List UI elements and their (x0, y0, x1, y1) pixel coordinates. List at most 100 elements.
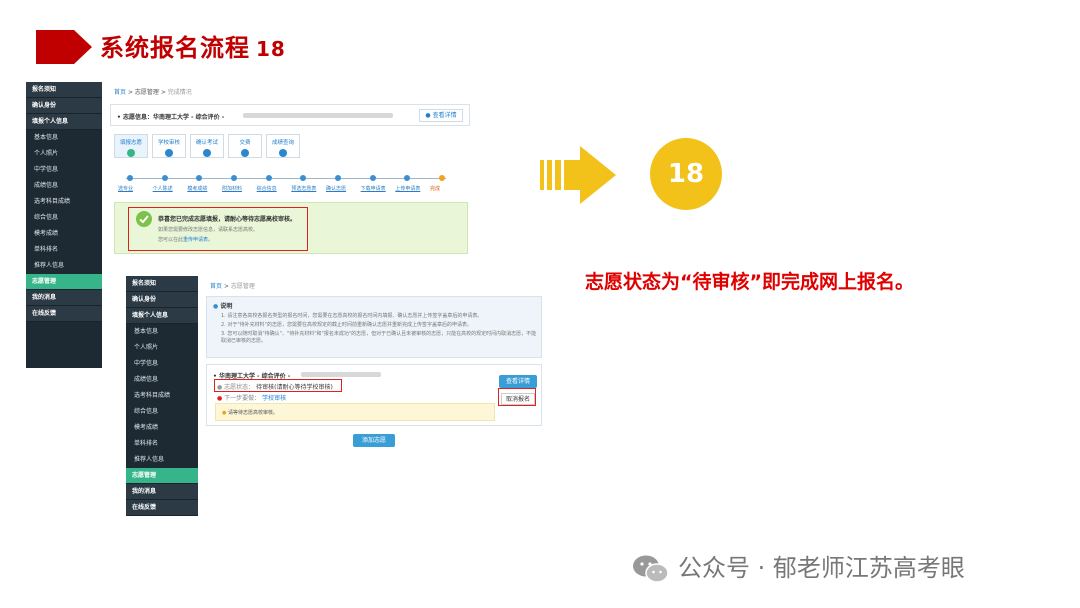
step-dot (161, 175, 168, 181)
step-label[interactable]: 上传申请表 (395, 185, 420, 192)
sidebar-item[interactable]: 选考科目成绩 (26, 194, 102, 210)
step-dot (265, 175, 272, 181)
note-item-3: 3. 您可以随时取消"待确认"、"待补充材料"和"报名未成功"的志愿，但对于已确… (221, 331, 537, 344)
sidebar-item[interactable]: 报名须知 (126, 276, 198, 292)
sidebar-item[interactable]: 报名须知 (26, 82, 102, 98)
step-label[interactable]: 附加材料 (222, 185, 242, 192)
steps-line (126, 178, 446, 179)
breadcrumb-sep: > (223, 283, 229, 290)
tab-fee[interactable]: 交费 (228, 134, 262, 158)
note-item-1: 1. 请注意各高校各报名类型的报名时间，您需要在志愿高校的报名时间内填报、确认志… (221, 313, 483, 319)
step-dot (404, 175, 411, 181)
step-label[interactable]: 模考成绩 (187, 185, 207, 192)
screenshot-volunteer-management: 报名须知 确认身份 填报个人信息 基本信息 个人照片 中学信息 成绩信息 选考科目成绩 综合信息… (126, 276, 546, 516)
sidebar-item[interactable]: 在线反馈 (126, 500, 198, 516)
breadcrumb: 首页 > 志愿管理 > 完成情况 (114, 87, 192, 96)
highlight-cancel (498, 388, 536, 406)
step-dot (231, 175, 237, 181)
footer-text: 公众号 · 郁老师江苏高考眼 (678, 554, 965, 582)
breadcrumb-current: 完成情况 (167, 89, 192, 96)
sidebar-item[interactable]: 综合信息 (126, 404, 198, 420)
slide: 系统报名流程 18 报名须知 确认身份 填报个人信息 基本信息 个人照片 中学信息 成绩信息选… (0, 0, 1080, 608)
caption: 志愿状态为“待审核”即完成网上报名。 (585, 271, 914, 293)
sidebar-item[interactable]: 中学信息 (26, 162, 102, 178)
redacted-bar (301, 372, 381, 377)
sidebar-item[interactable]: 我的消息 (126, 484, 198, 500)
sidebar-item[interactable]: 单科排名 (126, 436, 198, 452)
info-icon: ● (425, 112, 431, 119)
view-detail-button[interactable]: 查看详情 (499, 375, 537, 388)
breadcrumb: 首页 > 志愿管理 (210, 281, 255, 290)
notes-title: 说明 (220, 303, 233, 310)
sidebar: 报名须知 确认身份 填报个人信息 基本信息 个人照片 中学信息 成绩信息 选考科目成绩 综合信息… (26, 82, 102, 368)
notes-panel: ● 说明 1. 请注意各高校各报名类型的报名时间，您需要在志愿高校的报名时间内填… (206, 296, 542, 358)
sidebar-item[interactable]: 在线反馈 (26, 306, 102, 322)
notes-info-icon: ● (213, 303, 219, 310)
sidebar-item[interactable]: 志愿管理 (126, 468, 198, 484)
page-title-text: 系统报名流程 (100, 34, 250, 62)
highlight-status (214, 379, 342, 392)
step-dot (335, 175, 341, 181)
highlight-success (128, 207, 308, 251)
step-label[interactable]: 综合信息 (257, 185, 277, 192)
sidebar-item[interactable]: 成绩信息 (126, 372, 198, 388)
next-row: ● 下一步要做： 学校审核 (217, 395, 287, 402)
sidebar-item[interactable]: 推荐人信息 (126, 452, 198, 468)
step-badge: 18 (650, 138, 722, 210)
sidebar-item[interactable]: 模考成绩 (126, 420, 198, 436)
sidebar-item[interactable]: 填报个人信息 (26, 114, 102, 130)
page-title: 系统报名流程 18 (100, 28, 286, 63)
step-dot (196, 175, 203, 181)
sidebar-item[interactable]: 基本信息 (26, 130, 102, 146)
wechat-icon (633, 555, 669, 583)
step-label[interactable]: 完成 (430, 185, 440, 192)
tab-fill[interactable]: 填报志愿 (114, 134, 148, 158)
step-label[interactable]: 选专业 (118, 185, 133, 192)
page-title-number: 18 (256, 37, 286, 61)
tab-confirm-exam[interactable]: 确认考试 (190, 134, 224, 158)
sidebar-item[interactable]: 填报个人信息 (126, 308, 198, 324)
sidebar-item[interactable]: 志愿管理 (26, 274, 102, 290)
tip-icon: ● (222, 410, 227, 416)
breadcrumb-current: 志愿管理 (230, 283, 255, 290)
sidebar-item[interactable]: 单科排名 (26, 242, 102, 258)
footer: 公众号 · 郁老师江苏高考眼 (632, 548, 965, 584)
sidebar-item[interactable]: 个人照片 (26, 146, 102, 162)
sidebar-item[interactable]: 选考科目成绩 (126, 388, 198, 404)
step-label[interactable]: 个人陈述 (153, 185, 173, 192)
sidebar-item[interactable]: 成绩信息 (26, 178, 102, 194)
sidebar-item[interactable]: 中学信息 (126, 356, 198, 372)
big-arrow-icon (540, 146, 616, 204)
sidebar-item[interactable]: 个人照片 (126, 340, 198, 356)
info-bar: • 志愿信息：华南理工大学 - 综合评价 - ● 查看详情 (110, 104, 470, 126)
step-label[interactable]: 下载申请表 (361, 185, 386, 192)
step-dot (369, 175, 376, 181)
sidebar-item[interactable]: 确认身份 (126, 292, 198, 308)
sidebar-item[interactable]: 我的消息 (26, 290, 102, 306)
redacted-bar (243, 113, 393, 118)
step-dot (300, 175, 307, 181)
info-label: 志愿信息： (122, 114, 153, 121)
tab-scores[interactable]: 成绩查询 (266, 134, 300, 158)
tab-review[interactable]: 学校审核 (152, 134, 186, 158)
title-arrow-icon (36, 30, 92, 64)
sidebar-item[interactable]: 综合信息 (26, 210, 102, 226)
breadcrumb-mid[interactable]: 志愿管理 (135, 89, 159, 96)
step-dot (439, 175, 445, 181)
info-value: 华南理工大学 - 综合评价 - (152, 114, 225, 121)
sidebar-item[interactable]: 确认身份 (26, 98, 102, 114)
sidebar-item[interactable]: 模考成绩 (26, 226, 102, 242)
step-dot (127, 175, 133, 181)
add-volunteer-button[interactable]: 添加志愿 (353, 434, 395, 447)
step-label[interactable]: 确认志愿 (326, 185, 346, 192)
breadcrumb-home[interactable]: 首页 (210, 283, 222, 290)
tip-bar: ● 请等待志愿高校审核。 (215, 403, 495, 421)
sidebar: 报名须知 确认身份 填报个人信息 基本信息 个人照片 中学信息 成绩信息 选考科目成绩 综合信息… (126, 276, 198, 516)
breadcrumb-home[interactable]: 首页 (114, 89, 126, 96)
view-detail-button[interactable]: ● 查看详情 (419, 109, 463, 122)
step-label[interactable]: 预选志愿表 (291, 185, 316, 192)
sidebar-item[interactable]: 基本信息 (126, 324, 198, 340)
breadcrumb-sep: > (127, 89, 133, 96)
sidebar-item[interactable]: 推荐人信息 (26, 258, 102, 274)
warning-icon: ● (217, 395, 223, 402)
